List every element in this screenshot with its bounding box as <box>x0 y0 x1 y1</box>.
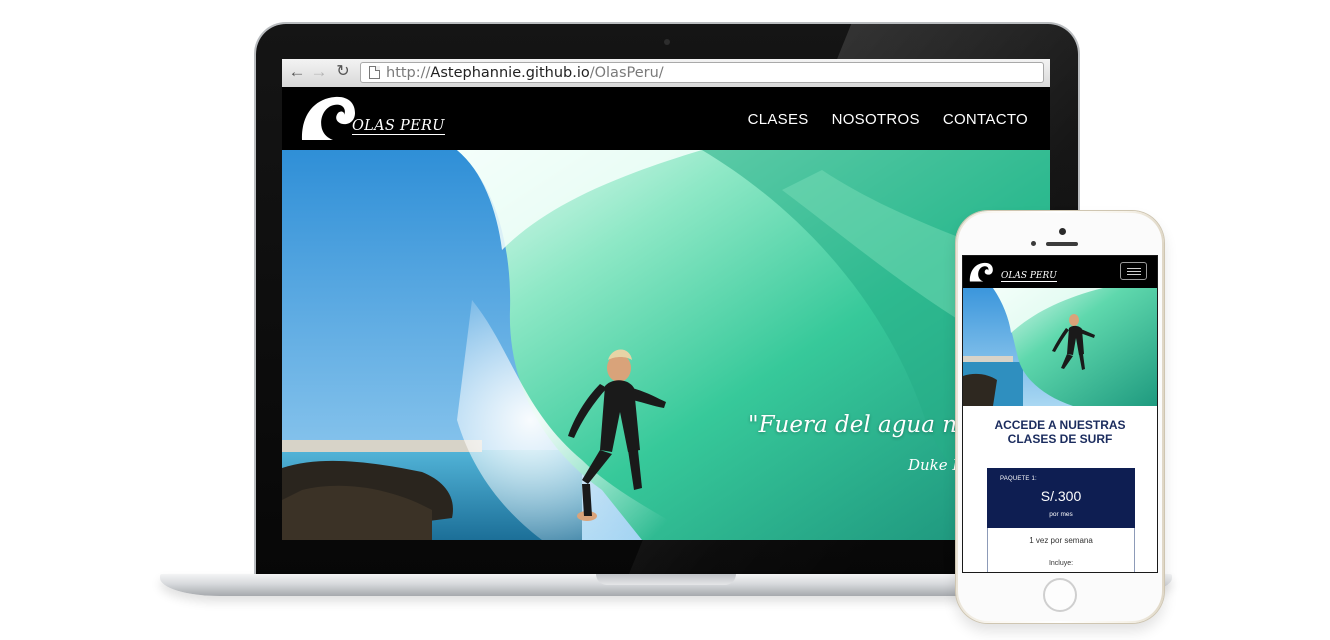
title-line-1: ACCEDE A NUESTRAS <box>994 418 1126 432</box>
home-button[interactable] <box>1043 578 1077 612</box>
package-period: por mes <box>1049 511 1073 518</box>
package-label: PAQUETE 1: <box>1000 476 1037 482</box>
nav-nosotros[interactable]: NOSOTROS <box>832 111 920 128</box>
hero-image: "Fuera del agua no soy Duke Ka <box>282 150 1050 540</box>
package-frequency: 1 vez por semana <box>987 528 1135 555</box>
wave-logo-icon <box>301 96 355 140</box>
package-price: S/.300 <box>1040 488 1082 504</box>
url-text: http://Astephannie.github.io/OlasPeru/ <box>386 65 664 81</box>
surfer-wave-photo <box>963 288 1157 406</box>
reload-icon[interactable]: ↻ <box>334 62 352 82</box>
address-bar[interactable]: http://Astephannie.github.io/OlasPeru/ <box>360 62 1044 83</box>
site-logo[interactable]: OLAS PERU <box>300 93 445 143</box>
nav-links: CLASES NOSOTROS CONTACTO <box>748 111 1028 128</box>
mobile-logo-text: OLAS PERU <box>1001 271 1057 282</box>
nav-contacto[interactable]: CONTACTO <box>943 111 1028 128</box>
phone-top-camera <box>1059 228 1066 235</box>
mobile-hero-image <box>963 288 1157 406</box>
page-icon <box>369 66 380 79</box>
title-line-2: CLASES DE SURF <box>1007 432 1113 446</box>
mobile-section-title: ACCEDE A NUESTRAS CLASES DE SURF <box>963 418 1157 446</box>
site-navbar: OLAS PERU CLASES NOSOTROS CONTACTO <box>282 87 1050 150</box>
arrow-right-icon[interactable]: → <box>310 62 328 82</box>
browser-toolbar: ← → ↻ http://Astephannie.github.io/OlasP… <box>282 59 1050 88</box>
surfer-wave-photo <box>282 150 1050 540</box>
hamburger-menu-icon[interactable] <box>1120 262 1147 280</box>
package-includes: Incluye: <box>987 554 1135 572</box>
mobile-logo[interactable]: OLAS PERU <box>969 261 1057 283</box>
wave-logo-icon <box>969 262 993 282</box>
laptop-screen: ← → ↻ http://Astephannie.github.io/OlasP… <box>282 59 1050 540</box>
nav-clases[interactable]: CLASES <box>748 111 809 128</box>
mobile-navbar: OLAS PERU <box>963 256 1157 288</box>
phone-screen: OLAS PERU ACCEDE A NUESTRAS CLASES DE SU… <box>962 255 1158 573</box>
package-card: PAQUETE 1: S/.300 por mes <box>987 468 1135 528</box>
laptop-notch <box>596 574 736 585</box>
laptop-camera <box>664 39 670 45</box>
logo-text: OLAS PERU <box>352 118 445 135</box>
earpiece-speaker <box>1046 242 1078 246</box>
front-camera <box>1031 241 1036 246</box>
arrow-left-icon[interactable]: ← <box>288 62 306 82</box>
